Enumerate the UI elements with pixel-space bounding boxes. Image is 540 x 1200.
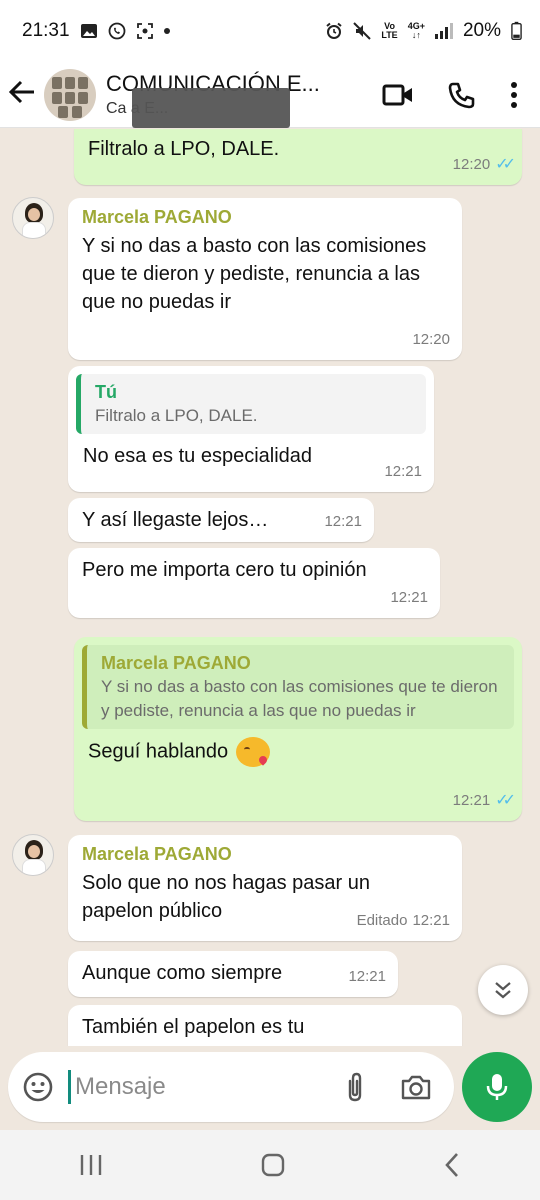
quoted-message[interactable]: Marcela PAGANO Y si no das a basto con l…: [82, 645, 514, 729]
composer-bar: Mensaje: [0, 1046, 540, 1130]
message-incoming[interactable]: Y así llegaste lejos… 12:21: [68, 498, 374, 542]
message-meta: 12:21: [324, 508, 362, 536]
chat-area[interactable]: Filtralo a LPO, DALE. 12:20 ✓✓ Marcela PA…: [0, 129, 540, 1046]
message-meta: Editado 12:21: [357, 907, 450, 935]
message-outgoing-reply[interactable]: Marcela PAGANO Y si no das a basto con l…: [74, 637, 522, 821]
message-meta: 12:20 ✓✓: [452, 151, 516, 179]
scroll-to-bottom-button[interactable]: [478, 965, 528, 1015]
kiss-emoji-icon: [235, 737, 270, 767]
message-time: 12:20: [412, 331, 450, 348]
sender-avatar[interactable]: [12, 834, 54, 876]
message-time: 12:20: [452, 156, 491, 173]
message-text: No esa es tu especialidad: [83, 445, 313, 467]
message-text: Pero me importa cero tu opinión: [82, 559, 367, 581]
message-meta: 12:21: [348, 963, 386, 991]
sender-name[interactable]: Marcela PAGANO: [82, 206, 448, 228]
voice-record-button[interactable]: [462, 1052, 532, 1122]
mute-icon: [353, 22, 372, 40]
message-text: Y así llegaste lejos…: [82, 509, 269, 531]
home-icon[interactable]: [260, 1152, 286, 1178]
message-incoming[interactable]: Marcela PAGANO Y si no das a basto con l…: [68, 198, 462, 360]
edited-label: Editado: [356, 912, 408, 929]
message-incoming[interactable]: También el papelon es tu: [68, 1005, 462, 1046]
quoted-sender: Marcela PAGANO: [101, 653, 251, 673]
message-time: 12:21: [384, 463, 422, 480]
header-actions: [382, 81, 540, 109]
screenshot-notification-icon: [136, 23, 153, 39]
message-text: Filtralo a LPO, DALE.: [88, 138, 280, 160]
back-nav-icon[interactable]: [442, 1152, 462, 1178]
message-text: Seguí hablando: [88, 740, 229, 763]
recent-apps-icon[interactable]: [78, 1153, 104, 1177]
message-incoming-reply[interactable]: Tú Filtralo a LPO, DALE. No esa es tu es…: [68, 366, 434, 492]
battery-icon: [511, 21, 522, 40]
message-meta: 12:21 ✓✓: [452, 787, 516, 815]
message-meta: 12:20: [412, 326, 450, 354]
message-text: Y si no das a basto con las comisiones q…: [82, 235, 427, 313]
gallery-notification-icon: [80, 24, 97, 38]
message-meta: 12:21: [384, 458, 422, 486]
message-text: También el papelon es tu: [82, 1016, 305, 1038]
attach-icon[interactable]: [344, 1071, 366, 1103]
quoted-message[interactable]: Tú Filtralo a LPO, DALE.: [76, 374, 426, 434]
message-time: 12:21: [452, 792, 491, 809]
phone-icon[interactable]: [448, 81, 476, 109]
sender-name[interactable]: Marcela PAGANO: [82, 843, 448, 865]
back-arrow-icon: [8, 80, 34, 104]
read-ticks-icon: ✓✓: [495, 156, 516, 173]
quoted-text: Filtralo a LPO, DALE.: [95, 406, 258, 425]
emoji-icon: [23, 1072, 53, 1102]
network-type-indicator: 4G+ ↓↑: [407, 21, 425, 40]
message-time: 12:21: [412, 912, 450, 929]
message-incoming[interactable]: Marcela PAGANO Solo que no nos hagas pas…: [68, 835, 462, 941]
quoted-sender: Tú: [95, 382, 117, 402]
message-time: 12:21: [390, 589, 428, 606]
group-avatar[interactable]: [44, 68, 96, 121]
scroll-down-icon: [495, 982, 511, 999]
read-ticks-icon: ✓✓: [495, 792, 516, 809]
mic-icon: [486, 1074, 508, 1100]
message-time: 12:21: [324, 513, 362, 530]
quoted-text: Y si no das a basto con las comisiones q…: [101, 677, 498, 720]
input-actions: [344, 1071, 454, 1103]
status-bar-right: Vo LTE 4G+ ↓↑ 20%: [325, 20, 522, 42]
message-incoming[interactable]: Aunque como siempre 12:21: [68, 951, 398, 997]
message-time: 12:21: [348, 968, 386, 985]
volte-indicator: Vo LTE: [381, 21, 398, 40]
alarm-icon: [326, 22, 342, 39]
more-notifications-dot: [163, 28, 170, 34]
message-incoming[interactable]: Pero me importa cero tu opinión 12:21: [68, 548, 440, 618]
camera-icon[interactable]: [400, 1073, 432, 1101]
signal-strength-icon: [434, 23, 453, 39]
message-input-container: Mensaje: [8, 1052, 454, 1122]
message-text-row: Seguí hablando: [82, 737, 514, 767]
sender-avatar[interactable]: [12, 197, 54, 239]
message-input[interactable]: Mensaje: [68, 1070, 344, 1104]
whatsapp-notification-icon: [108, 22, 125, 40]
system-navigation-bar: [0, 1130, 540, 1200]
redaction-box: [132, 88, 290, 128]
status-bar-left: 21:31: [22, 20, 170, 42]
status-time: 21:31: [22, 20, 70, 41]
message-meta: 12:21: [390, 584, 428, 612]
more-options-icon[interactable]: [510, 81, 518, 109]
message-text: Aunque como siempre: [82, 962, 283, 984]
video-call-icon[interactable]: [382, 83, 414, 107]
emoji-button[interactable]: [8, 1071, 68, 1103]
battery-percentage: 20%: [462, 20, 501, 41]
message-outgoing[interactable]: Filtralo a LPO, DALE. 12:20 ✓✓: [74, 129, 522, 185]
back-button[interactable]: [0, 78, 44, 111]
status-bar: 21:31 Vo LTE 4G+ ↓↑ 20%: [0, 0, 540, 62]
